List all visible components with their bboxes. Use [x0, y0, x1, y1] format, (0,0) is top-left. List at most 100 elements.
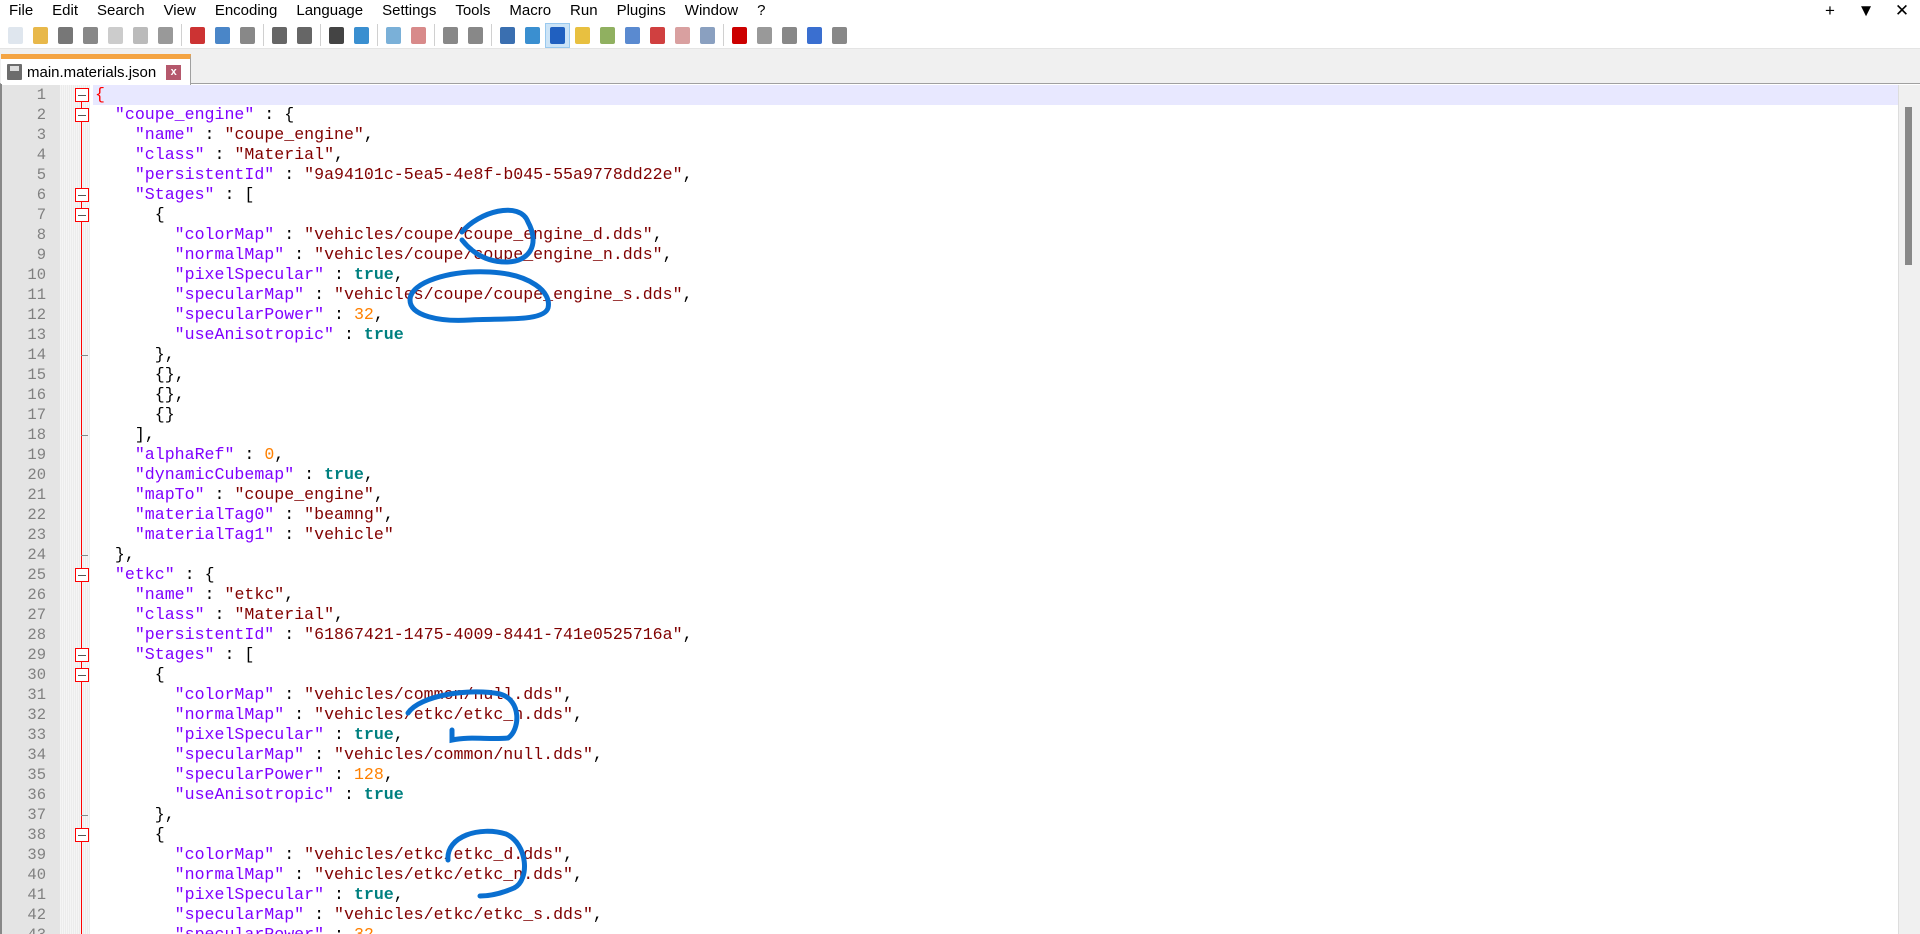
- stop-recording-button[interactable]: [753, 24, 776, 47]
- code-text: "etkc" : {: [114, 565, 215, 584]
- playback-macro-button[interactable]: [778, 24, 801, 47]
- fold-marker: [75, 225, 89, 245]
- code-text: "specularMap" : "vehicles/common/null.dd…: [174, 745, 603, 764]
- fold-marker[interactable]: [75, 665, 89, 685]
- cut-button[interactable]: [186, 24, 209, 47]
- print-button[interactable]: [154, 24, 177, 47]
- fold-toggle-icon[interactable]: [75, 188, 89, 202]
- menu-tools[interactable]: Tools: [446, 0, 500, 22]
- line-number: 18: [27, 426, 46, 444]
- user-defined-language-button[interactable]: [571, 24, 594, 47]
- close-tab-button[interactable]: x: [166, 64, 182, 80]
- close-button[interactable]: ✕: [1884, 1, 1920, 21]
- menu-search[interactable]: Search: [88, 0, 155, 22]
- find-button[interactable]: [325, 24, 348, 47]
- fold-marker: [75, 785, 89, 805]
- folder-as-workspace-button[interactable]: [646, 24, 669, 47]
- code-editor[interactable]: 1{2 "coupe_engine" : {3 "name" : "coupe_…: [0, 84, 1920, 934]
- scrollbar-thumb[interactable]: [1905, 107, 1912, 265]
- line-number: 1: [36, 86, 46, 104]
- fold-marker[interactable]: [75, 205, 89, 225]
- fold-toggle-icon[interactable]: [75, 668, 89, 682]
- line-number: 35: [27, 766, 46, 784]
- menu-macro[interactable]: Macro: [500, 0, 561, 22]
- save-button[interactable]: [54, 24, 77, 47]
- new-file-icon: [8, 26, 23, 44]
- menu-file[interactable]: File: [0, 0, 43, 22]
- sync-vertical-button[interactable]: [439, 24, 462, 47]
- redo-button[interactable]: [293, 24, 316, 47]
- tab-main-materials-json[interactable]: main.materials.json x: [1, 54, 191, 85]
- code-line: 17 {}: [2, 405, 1898, 425]
- code-text: "specularPower" : 32,: [93, 925, 1898, 934]
- code-text: "pixelSpecular" : true,: [174, 725, 404, 744]
- menu-help[interactable]: ?: [748, 0, 775, 22]
- word-wrap-button[interactable]: [496, 24, 519, 47]
- menu-plugins[interactable]: Plugins: [608, 0, 676, 22]
- code-line: 29 "Stages" : [: [2, 645, 1898, 665]
- fold-marker: [75, 505, 89, 525]
- function-list-button[interactable]: [621, 24, 644, 47]
- new-file-button[interactable]: [4, 24, 27, 47]
- toolbar-separator: [434, 24, 435, 46]
- menu-view[interactable]: View: [155, 0, 206, 22]
- show-all-characters-button[interactable]: [521, 24, 544, 47]
- paste-button[interactable]: [236, 24, 259, 47]
- run-macro-multiple-button[interactable]: [803, 24, 826, 47]
- fold-marker[interactable]: [75, 105, 89, 125]
- line-number: 4: [36, 146, 46, 164]
- undo-button[interactable]: [268, 24, 291, 47]
- menu-settings[interactable]: Settings: [373, 0, 446, 22]
- monitoring-button[interactable]: [696, 24, 719, 47]
- zoom-in-button[interactable]: [382, 24, 405, 47]
- menu-encoding[interactable]: Encoding: [206, 0, 288, 22]
- record-macro-button[interactable]: [728, 24, 751, 47]
- document-list-button[interactable]: [671, 24, 694, 47]
- code-text: "specularMap" : "vehicles/coupe/coupe_en…: [174, 285, 693, 304]
- fold-marker[interactable]: [75, 825, 89, 845]
- fold-marker[interactable]: [75, 85, 89, 105]
- code-line: 42 "specularMap" : "vehicles/etkc/etkc_s…: [2, 905, 1898, 925]
- code-line: 28 "persistentId" : "61867421-1475-4009-…: [2, 625, 1898, 645]
- copy-button[interactable]: [211, 24, 234, 47]
- code-line: 8 "colorMap" : "vehicles/coupe/coupe_eng…: [2, 225, 1898, 245]
- fold-toggle-icon[interactable]: [75, 648, 89, 662]
- line-number: 13: [27, 326, 46, 344]
- close-all-button[interactable]: [129, 24, 152, 47]
- fold-toggle-icon[interactable]: [75, 568, 89, 582]
- document-map-button[interactable]: [596, 24, 619, 47]
- new-window-button[interactable]: +: [1812, 1, 1848, 21]
- fold-marker[interactable]: [75, 645, 89, 665]
- fold-marker[interactable]: [75, 565, 89, 585]
- fold-marker[interactable]: [75, 185, 89, 205]
- menu-run[interactable]: Run: [561, 0, 608, 22]
- code-line: 3 "name" : "coupe_engine",: [2, 125, 1898, 145]
- save-macro-button[interactable]: [828, 24, 851, 47]
- zoom-out-button[interactable]: [407, 24, 430, 47]
- fold-toggle-icon[interactable]: [75, 828, 89, 842]
- fold-toggle-icon[interactable]: [75, 208, 89, 222]
- code-line: 13 "useAnisotropic" : true: [2, 325, 1898, 345]
- fold-marker: [75, 345, 89, 365]
- dropdown-button[interactable]: ▼: [1848, 1, 1884, 21]
- line-number: 23: [27, 526, 46, 544]
- record-macro-icon: [732, 26, 747, 44]
- code-text: "class" : "Material",: [134, 605, 345, 624]
- menu-language[interactable]: Language: [287, 0, 373, 22]
- function-list-icon: [625, 26, 640, 44]
- menu-window[interactable]: Window: [676, 0, 748, 22]
- replace-button[interactable]: [350, 24, 373, 47]
- menu-edit[interactable]: Edit: [43, 0, 88, 22]
- save-all-button[interactable]: [79, 24, 102, 47]
- code-text: "useAnisotropic" : true: [174, 325, 404, 344]
- indent-guide-button[interactable]: [545, 22, 570, 48]
- line-number: 32: [27, 706, 46, 724]
- open-file-button[interactable]: [29, 24, 52, 47]
- fold-toggle-icon[interactable]: [75, 88, 89, 102]
- code-text: "dynamicCubemap" : true,: [134, 465, 374, 484]
- fold-toggle-icon[interactable]: [75, 108, 89, 122]
- vertical-scrollbar[interactable]: [1898, 85, 1920, 934]
- close-button[interactable]: [104, 24, 127, 47]
- sync-horizontal-button[interactable]: [464, 24, 487, 47]
- code-text: "name" : "etkc",: [134, 585, 295, 604]
